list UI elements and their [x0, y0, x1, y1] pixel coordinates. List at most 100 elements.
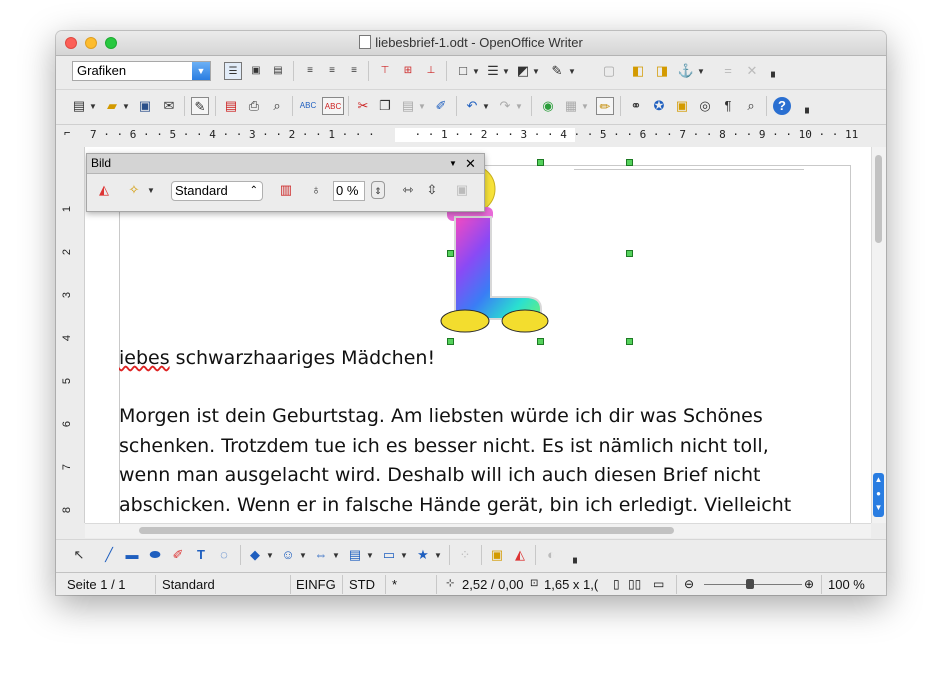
borders-icon[interactable]: □ [454, 62, 472, 80]
redo-icon[interactable]: ↷ [496, 97, 514, 115]
table-icon[interactable]: ▦ [562, 97, 580, 115]
vertical-scroll-thumb[interactable] [875, 155, 882, 243]
chevron-down-icon[interactable]: ▼ [472, 67, 480, 76]
toolbar-overflow-icon[interactable]: ▖ [800, 100, 818, 118]
close-icon[interactable]: ✕ [465, 154, 476, 173]
edit-file-icon[interactable]: ✎ [191, 97, 209, 115]
chevron-down-icon[interactable]: ▼ [192, 62, 210, 80]
align-right-icon[interactable]: ≡ [345, 62, 363, 80]
paragraph-style-select[interactable]: Grafiken ▼ [72, 61, 211, 81]
horizontal-ruler[interactable]: ⌐ 7 · · 6 · · 5 · · 4 · · 3 · · 2 · · 1 … [56, 124, 886, 148]
from-file-icon[interactable]: ◭ [511, 546, 529, 564]
chevron-down-icon[interactable]: ▼ [482, 102, 490, 111]
block-arrows-icon[interactable]: ⇔ [312, 546, 330, 564]
transparency-field[interactable]: 0 % [333, 181, 365, 201]
anchor-icon[interactable]: ⚓ [677, 62, 695, 80]
wrap-off-icon[interactable]: ☰ [224, 62, 242, 80]
copy-icon[interactable]: ❐ [376, 97, 394, 115]
chevron-down-icon[interactable]: ▼ [266, 551, 274, 560]
chevron-down-icon[interactable]: ▼ [299, 551, 307, 560]
single-page-view-icon[interactable]: ▯ [613, 577, 620, 591]
align-top-icon[interactable]: ⊤ [376, 62, 394, 80]
email-icon[interactable]: ✉ [160, 97, 178, 115]
body-line[interactable]: Morgen ist dein Geburtstag. Am liebsten … [119, 405, 839, 427]
tab-stop-icon[interactable]: ⌐ [64, 127, 70, 139]
wrap-through-icon[interactable]: ▤ [269, 62, 287, 80]
wrap-page-icon[interactable]: ▣ [247, 62, 265, 80]
body-line[interactable]: abschicken. Wenn er in falsche Hände ger… [119, 494, 839, 516]
border-color-icon[interactable]: ◩ [514, 62, 532, 80]
chevron-down-icon[interactable]: ▼ [581, 102, 589, 111]
navigation-icon[interactable]: ● [873, 487, 884, 501]
flip-vertical-icon[interactable]: ⇿ [399, 181, 417, 199]
toolbar-overflow-icon[interactable]: ▖ [568, 550, 586, 568]
body-line[interactable]: wenn man ausgelacht wird. Deshalb will i… [119, 464, 839, 486]
show-draw-functions-icon[interactable]: ✏ [596, 97, 614, 115]
chevron-down-icon[interactable]: ▼ [418, 102, 426, 111]
chevron-down-icon[interactable]: ▼ [697, 67, 705, 76]
zoom-icon[interactable]: ⌕ [742, 97, 760, 115]
chevron-down-icon[interactable]: ▼ [568, 67, 576, 76]
formatting-marks-icon[interactable]: ¶ [719, 97, 737, 115]
spellcheck-icon[interactable]: ABC [299, 97, 317, 115]
select-arrow-icon[interactable]: ↖ [70, 546, 88, 564]
stars-icon[interactable]: ★ [414, 546, 432, 564]
chevron-down-icon[interactable]: ▼ [332, 551, 340, 560]
text-icon[interactable]: T [192, 546, 210, 564]
help-icon[interactable]: ? [773, 97, 791, 115]
page-style-indicator[interactable]: Standard [162, 577, 215, 592]
chevron-down-icon[interactable]: ▼ [89, 102, 97, 111]
picture-toolbar[interactable]: Bild ▼ ✕ ◭ ✧ ▼ Standard ⌃ ▥ ♁ 0 % ⇕ ⇿ ⇳ ▣ [86, 153, 485, 212]
crop-icon[interactable]: ▣ [453, 181, 471, 199]
navigator-icon[interactable]: ✪ [650, 97, 668, 115]
line-icon[interactable]: ╱ [100, 546, 118, 564]
align-objects-icon[interactable]: = [719, 62, 737, 80]
page-preview-icon[interactable]: ⌕ [268, 97, 286, 115]
greeting-line[interactable]: iebes schwarzhaariges Mädchen! [119, 347, 839, 369]
toolbar-overflow-icon[interactable]: ▖ [766, 64, 784, 82]
chevron-down-icon[interactable]: ▼ [532, 67, 540, 76]
new-icon[interactable]: ▤ [70, 97, 88, 115]
print-icon[interactable]: ⎙ [245, 97, 263, 115]
horizontal-scrollbar[interactable] [85, 523, 871, 538]
gallery-icon[interactable]: ▣ [673, 97, 691, 115]
chevron-down-icon[interactable]: ▼ [449, 154, 457, 173]
horizontal-scroll-thumb[interactable] [139, 527, 674, 534]
vertical-ruler[interactable]: 1 2 3 4 5 6 7 8 [56, 147, 85, 523]
chevron-down-icon[interactable]: ▼ [502, 67, 510, 76]
document-area[interactable]: iebes schwarzhaariges Mädchen! Morgen is… [85, 147, 871, 523]
align-middle-icon[interactable]: ⊞ [399, 62, 417, 80]
picture-toolbar-header[interactable]: Bild ▼ ✕ [87, 154, 484, 174]
zoom-in-icon[interactable]: ⊕ [804, 577, 814, 591]
fontwork-gallery-icon[interactable]: ▣ [488, 546, 506, 564]
flowchart-icon[interactable]: ▤ [346, 546, 364, 564]
color-icon[interactable]: ▥ [277, 181, 295, 199]
find-replace-icon[interactable]: ⚭ [627, 97, 645, 115]
transparency-stepper[interactable]: ⇕ [371, 181, 385, 199]
graphics-mode-select[interactable]: Standard ⌃ [171, 181, 263, 201]
align-left-icon[interactable]: ≡ [301, 62, 319, 80]
misspelled-word[interactable]: iebes [119, 347, 170, 369]
transparency-icon[interactable]: ♁ [307, 181, 325, 199]
freeform-icon[interactable]: ✐ [169, 546, 187, 564]
chevron-down-icon[interactable]: ▼ [515, 102, 523, 111]
undo-icon[interactable]: ↶ [463, 97, 481, 115]
data-sources-icon[interactable]: ◎ [696, 97, 714, 115]
cut-icon[interactable]: ✂ [354, 97, 372, 115]
bring-to-front-icon[interactable]: ◧ [629, 62, 647, 80]
browse-navigation-buttons[interactable]: ▲ ● ▼ [873, 473, 884, 517]
book-view-icon[interactable]: ▭ [653, 577, 664, 591]
next-page-icon[interactable]: ▼ [873, 501, 884, 515]
paste-icon[interactable]: ▤ [399, 97, 417, 115]
align-bottom-icon[interactable]: ⊥ [422, 62, 440, 80]
frame-properties-icon[interactable]: ▢ [600, 62, 618, 80]
save-icon[interactable]: ▣ [136, 97, 154, 115]
selection-handle[interactable] [626, 338, 633, 345]
selection-handle[interactable] [537, 159, 544, 166]
callout-icon[interactable]: ◌ [215, 546, 233, 564]
vertical-scrollbar[interactable]: ▲ ● ▼ [871, 147, 886, 523]
body-line[interactable]: schenken. Trotzdem tue ich es besser nic… [119, 435, 839, 457]
chevron-down-icon[interactable]: ▼ [147, 186, 155, 195]
extrusion-icon[interactable]: ◐ [542, 546, 560, 564]
zoom-out-icon[interactable]: ⊖ [684, 577, 694, 591]
